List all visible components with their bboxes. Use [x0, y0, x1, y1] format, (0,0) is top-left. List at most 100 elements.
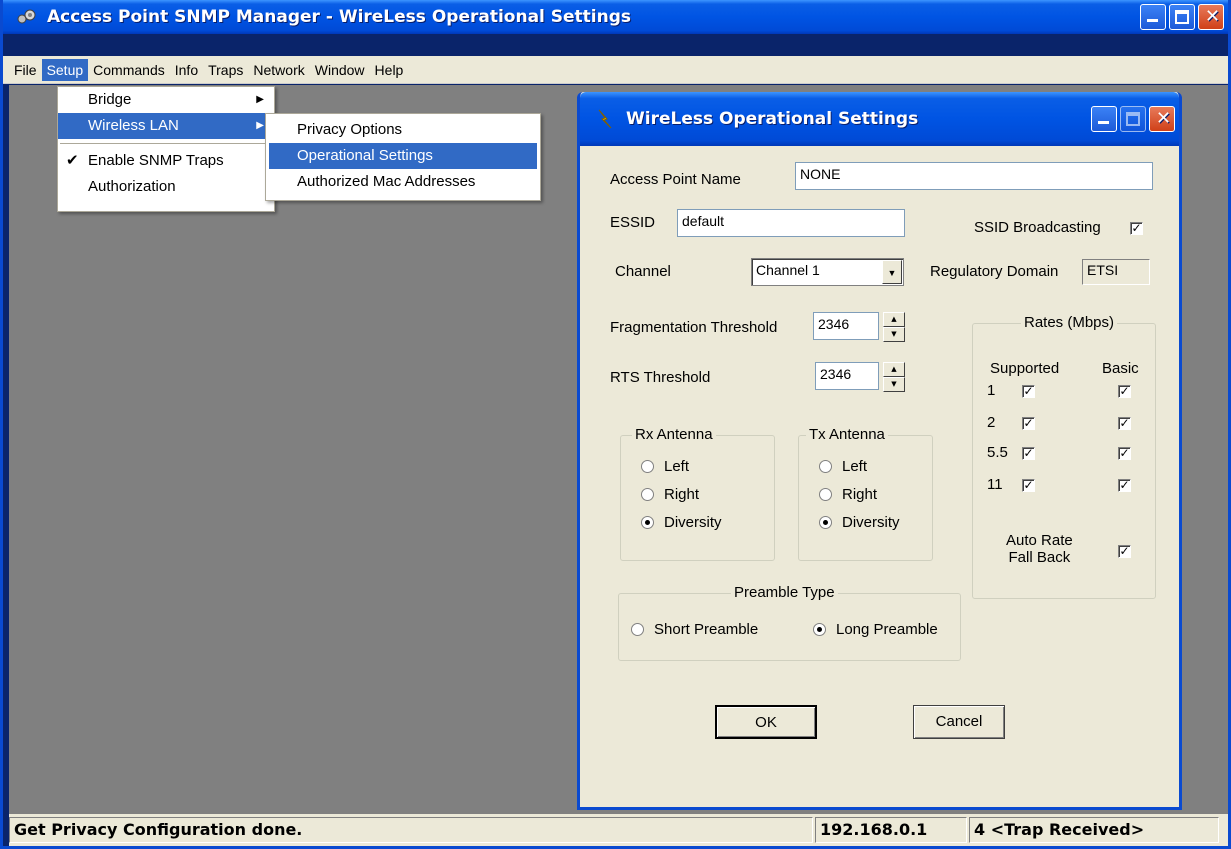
menu-item-wireless-lan[interactable]: Wireless LAN ▶ [58, 113, 274, 139]
menu-setup[interactable]: Setup [41, 58, 89, 81]
rate-2-supported-checkbox[interactable]: ✓ [1022, 417, 1035, 430]
rate-1-supported-checkbox[interactable]: ✓ [1022, 385, 1035, 398]
radio-label: Diversity [842, 514, 900, 531]
rts-spinner[interactable]: ▲ ▼ [883, 362, 905, 392]
ok-button[interactable]: OK [715, 705, 817, 739]
preamble-type-group: Preamble Type Short Preamble Long Preamb… [618, 584, 961, 661]
ssid-broadcast-checkbox[interactable]: ✓ [1130, 222, 1143, 235]
supported-header: Supported [990, 360, 1060, 377]
radio-icon [641, 488, 654, 501]
ap-name-input[interactable]: NONE [795, 162, 1153, 190]
radio-label: Long Preamble [836, 621, 938, 638]
regulatory-domain-label: Regulatory Domain [930, 263, 1059, 280]
minimize-button[interactable] [1140, 4, 1166, 30]
status-ip: 192.168.0.1 [815, 817, 967, 843]
menu-item-operational-settings[interactable]: Operational Settings [269, 143, 537, 169]
dialog-close-button[interactable]: ✕ [1149, 106, 1175, 132]
menu-traps[interactable]: Traps [203, 59, 248, 81]
radio-selected-icon [819, 516, 832, 529]
rate-1-label: 1 [987, 382, 996, 399]
fragmentation-spinner[interactable]: ▲ ▼ [883, 312, 905, 342]
submenu-arrow-icon: ▶ [256, 120, 264, 131]
tx-right-radio[interactable]: Right [819, 486, 877, 503]
rx-right-radio[interactable]: Right [641, 486, 699, 503]
rts-threshold-label: RTS Threshold [610, 369, 711, 386]
auto-rate-label: Auto Rate Fall Back [1006, 532, 1073, 566]
radio-icon [819, 488, 832, 501]
rate-5-5-basic-checkbox[interactable]: ✓ [1118, 447, 1131, 460]
chevron-down-icon[interactable]: ▼ [882, 260, 902, 284]
radio-label: Short Preamble [654, 621, 759, 638]
dialog-maximize-button[interactable] [1120, 106, 1146, 132]
rate-2-basic-checkbox[interactable]: ✓ [1118, 417, 1131, 430]
rate-1-basic-checkbox[interactable]: ✓ [1118, 385, 1131, 398]
tx-antenna-group: Tx Antenna Left Right Diversity [798, 426, 933, 561]
spin-down-icon[interactable]: ▼ [883, 377, 905, 392]
spin-up-icon[interactable]: ▲ [883, 362, 905, 377]
close-icon: ✕ [1156, 108, 1172, 129]
rate-11-basic-checkbox[interactable]: ✓ [1118, 479, 1131, 492]
radio-label: Left [842, 458, 868, 475]
rx-left-radio[interactable]: Left [641, 458, 689, 475]
menu-item-label: Operational Settings [297, 147, 433, 164]
channel-select[interactable]: Channel 1 ▼ [751, 258, 904, 286]
essid-input[interactable]: default [677, 209, 905, 237]
menu-item-authorized-mac-addresses[interactable]: Authorized Mac Addresses [269, 169, 537, 195]
rate-11-supported-checkbox[interactable]: ✓ [1022, 479, 1035, 492]
radio-icon [631, 623, 644, 636]
status-bar: Get Privacy Configuration done. 192.168.… [9, 814, 1228, 846]
rate-5-5-label: 5.5 [987, 444, 1008, 461]
rate-5-5-supported-checkbox[interactable]: ✓ [1022, 447, 1035, 460]
rx-diversity-radio[interactable]: Diversity [641, 514, 722, 531]
close-icon: ✕ [1205, 6, 1221, 27]
rates-title: Rates (Mbps) [1021, 314, 1118, 331]
radio-selected-icon [813, 623, 826, 636]
menu-bar: File Setup Commands Info Traps Network W… [3, 56, 1228, 84]
main-window-title: Access Point SNMP Manager - WireLess Ope… [47, 7, 632, 27]
channel-label: Channel [615, 263, 671, 280]
menu-help[interactable]: Help [370, 59, 409, 81]
cancel-button[interactable]: Cancel [913, 705, 1005, 739]
rate-11-label: 11 [987, 476, 1003, 493]
tx-left-radio[interactable]: Left [819, 458, 867, 475]
menu-item-bridge[interactable]: Bridge ▶ [58, 87, 274, 113]
menu-item-label: Authorized Mac Addresses [297, 173, 476, 190]
radio-icon [819, 460, 832, 473]
maximize-button[interactable] [1169, 4, 1195, 30]
spin-up-icon[interactable]: ▲ [883, 312, 905, 327]
menu-window[interactable]: Window [310, 59, 370, 81]
fragmentation-threshold-label: Fragmentation Threshold [610, 319, 778, 336]
long-preamble-radio[interactable]: Long Preamble [813, 621, 938, 638]
close-button[interactable]: ✕ [1198, 4, 1224, 30]
spin-down-icon[interactable]: ▼ [883, 327, 905, 342]
rate-2-label: 2 [987, 414, 996, 431]
main-title-bar[interactable]: Access Point SNMP Manager - WireLess Ope… [3, 0, 1228, 34]
menu-item-label: Enable SNMP Traps [88, 152, 224, 169]
menu-info[interactable]: Info [170, 59, 203, 81]
tx-antenna-title: Tx Antenna [806, 426, 888, 443]
wireless-lan-submenu: Privacy Options Operational Settings Aut… [265, 113, 541, 201]
menu-network[interactable]: Network [248, 59, 309, 81]
rts-threshold-input[interactable]: 2346 [815, 362, 879, 390]
radio-label: Left [664, 458, 690, 475]
menu-item-privacy-options[interactable]: Privacy Options [269, 117, 537, 143]
dialog-title-bar[interactable]: WireLess Operational Settings ✕ [580, 92, 1179, 146]
auto-rate-fallback-checkbox[interactable]: ✓ [1118, 545, 1131, 558]
menu-item-label: Wireless LAN [88, 117, 179, 134]
fragmentation-threshold-input[interactable]: 2346 [813, 312, 879, 340]
short-preamble-radio[interactable]: Short Preamble [631, 621, 758, 638]
menu-item-enable-snmp-traps[interactable]: ✔ Enable SNMP Traps [58, 148, 274, 174]
radio-label: Right [664, 486, 700, 503]
regulatory-domain-value: ETSI [1082, 259, 1150, 285]
menu-separator [60, 143, 272, 144]
menu-commands[interactable]: Commands [88, 59, 170, 81]
auto-rate-label-line1: Auto Rate [1006, 532, 1073, 549]
menu-item-authorization[interactable]: Authorization [58, 174, 274, 200]
dialog-minimize-button[interactable] [1091, 106, 1117, 132]
lightning-icon [598, 109, 612, 129]
essid-label: ESSID [610, 214, 656, 231]
tx-diversity-radio[interactable]: Diversity [819, 514, 900, 531]
ap-name-label: Access Point Name [610, 171, 741, 188]
radio-selected-icon [641, 516, 654, 529]
menu-file[interactable]: File [9, 59, 42, 81]
